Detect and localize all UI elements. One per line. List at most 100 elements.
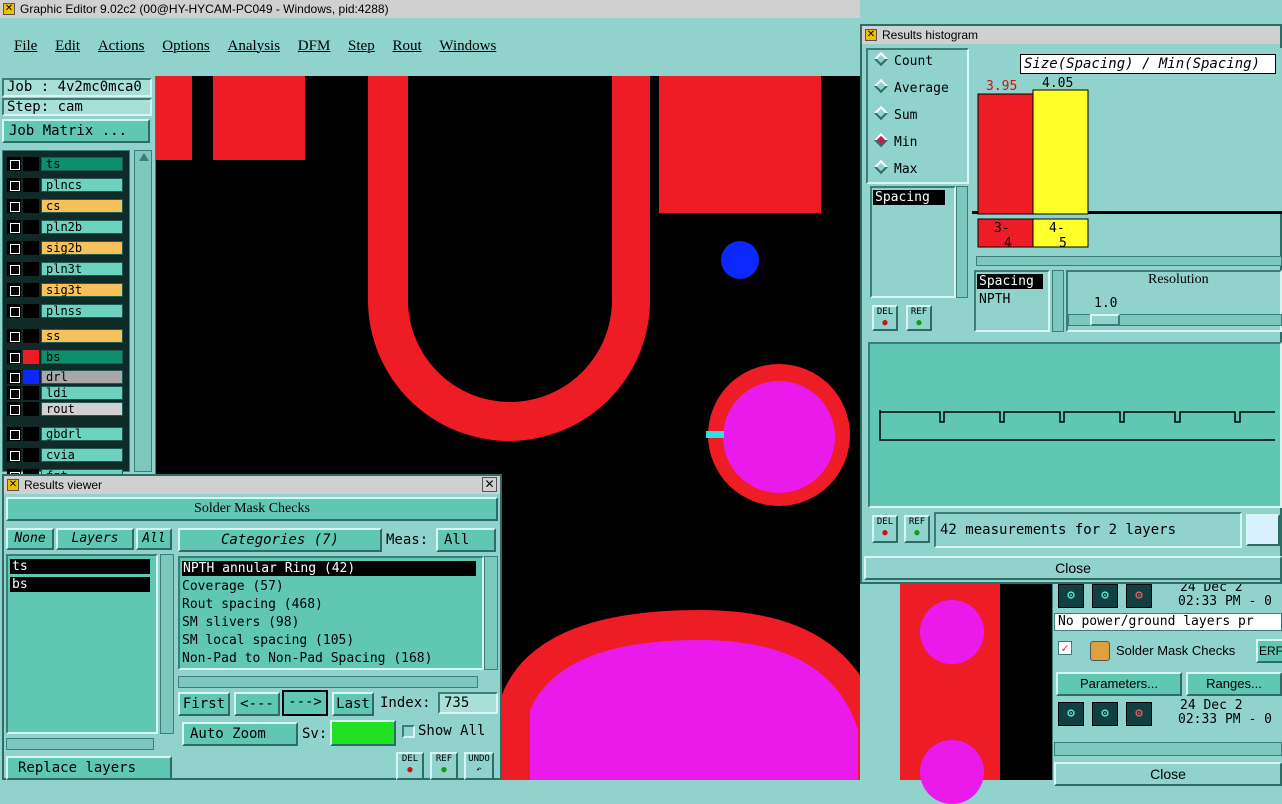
run-icon[interactable]: ⚙	[1058, 584, 1084, 608]
attr-list-scrollbar[interactable]	[1052, 270, 1064, 332]
layer-row-drl[interactable]: drl	[5, 369, 123, 385]
replace-layers-menu[interactable]: Replace layers	[6, 756, 172, 780]
layer-row-bs[interactable]: bs	[5, 349, 123, 365]
del-button[interactable]: DEL ●	[872, 305, 898, 331]
ref-button[interactable]: REF ●	[906, 305, 932, 331]
layer-row-ss[interactable]: ss	[5, 328, 123, 344]
ranges-button[interactable]: Ranges...	[1186, 672, 1282, 696]
category-item[interactable]: Rout spacing (468)	[182, 597, 323, 612]
layer-color-swatch[interactable]	[23, 448, 39, 462]
measure-list-scrollbar[interactable]	[956, 186, 968, 298]
layer-name[interactable]: plnss	[41, 304, 123, 318]
layer-color-swatch[interactable]	[23, 178, 39, 192]
layer-color-swatch[interactable]	[23, 220, 39, 234]
layer-row-ts[interactable]: ts	[5, 156, 123, 172]
prev-button[interactable]: <---	[234, 692, 280, 716]
close-icon[interactable]: ✕	[482, 477, 497, 492]
layer-checkbox[interactable]	[7, 199, 21, 213]
menu-step[interactable]: Step	[348, 38, 375, 55]
results-layer-scrollbar[interactable]	[160, 554, 174, 734]
histogram-close-button[interactable]: Close	[864, 556, 1282, 580]
layer-row-pln2b[interactable]: pln2b	[5, 219, 123, 235]
layer-name[interactable]: ss	[41, 329, 123, 343]
mode-max[interactable]: Max	[873, 159, 917, 177]
layer-color-swatch[interactable]	[23, 386, 39, 400]
layer-color-swatch[interactable]	[23, 262, 39, 276]
layer-name[interactable]: ldi	[41, 386, 123, 400]
results-del-button[interactable]: DEL ●	[396, 752, 424, 780]
run-icon[interactable]: ⚙	[1092, 584, 1118, 608]
layer-color-swatch[interactable]	[23, 329, 39, 343]
layer-row-cvia[interactable]: cvia	[5, 447, 123, 463]
none-button[interactable]: None	[6, 528, 54, 550]
job-matrix-button[interactable]: Job Matrix ...	[2, 119, 150, 143]
measure-list-item[interactable]: Spacing	[873, 190, 945, 205]
erf-button[interactable]: ERF	[1256, 639, 1282, 663]
panel-close-button[interactable]: Close	[1054, 762, 1282, 786]
resolution-slider-thumb[interactable]	[1090, 314, 1120, 326]
mode-min[interactable]: Min	[873, 132, 917, 150]
layer-name[interactable]: cs	[41, 199, 123, 213]
run-icon[interactable]: ⚙	[1058, 702, 1084, 726]
layer-color-swatch[interactable]	[23, 350, 39, 364]
attr-item-npth[interactable]: NPTH	[977, 292, 1010, 307]
layer-name[interactable]: pln2b	[41, 220, 123, 234]
category-item[interactable]: SM slivers (98)	[182, 615, 299, 630]
run-icon[interactable]: ⚙	[1126, 702, 1152, 726]
layer-checkbox[interactable]	[7, 304, 21, 318]
layer-checkbox[interactable]	[7, 241, 21, 255]
layer-row-plnss[interactable]: plnss	[5, 303, 123, 319]
layer-color-swatch[interactable]	[23, 304, 39, 318]
category-item[interactable]: NPTH annular Ring (42)	[182, 561, 476, 576]
index-input[interactable]: 735	[438, 692, 498, 714]
layer-row-plncs[interactable]: plncs	[5, 177, 123, 193]
layer-name[interactable]: sig3t	[41, 283, 123, 297]
layer-scroll-up-icon[interactable]	[139, 153, 149, 161]
layer-name[interactable]: drl	[41, 370, 123, 384]
category-item[interactable]: SM local spacing (105)	[182, 633, 354, 648]
checklist-header[interactable]: Solder Mask Checks	[6, 497, 498, 521]
menu-options[interactable]: Options	[162, 38, 210, 55]
results-ref-button[interactable]: REF ●	[430, 752, 458, 780]
layer-row-cs[interactable]: cs	[5, 198, 123, 214]
layer-checkbox[interactable]	[7, 350, 21, 364]
results-layer-hscroll[interactable]	[6, 738, 154, 750]
mode-count[interactable]: Count	[873, 51, 933, 69]
layer-checkbox[interactable]	[7, 283, 21, 297]
menu-rout[interactable]: Rout	[392, 38, 421, 55]
layer-name[interactable]: sig2b	[41, 241, 123, 255]
categories-scrollbar[interactable]	[484, 556, 498, 670]
results-layer-bs[interactable]: bs	[10, 577, 150, 592]
layer-checkbox[interactable]	[7, 370, 21, 384]
chart-hscroll[interactable]	[976, 256, 1282, 266]
layer-color-swatch[interactable]	[23, 157, 39, 171]
layer-checkbox[interactable]	[7, 427, 21, 441]
layer-checkbox[interactable]	[7, 178, 21, 192]
layer-checkbox[interactable]	[7, 220, 21, 234]
auto-zoom-dropdown[interactable]: Auto Zoom	[182, 722, 298, 746]
layer-name[interactable]: pln3t	[41, 262, 123, 276]
parameters-button[interactable]: Parameters...	[1056, 672, 1182, 696]
meas-dropdown[interactable]: All	[436, 528, 496, 552]
last-button[interactable]: Last	[332, 692, 374, 716]
next-button[interactable]: --->	[282, 690, 328, 716]
layer-name[interactable]: rout	[41, 402, 123, 416]
layer-name[interactable]: ts	[41, 157, 123, 171]
layer-row-sig2b[interactable]: sig2b	[5, 240, 123, 256]
layer-row-gbdrl[interactable]: gbdrl	[5, 426, 123, 442]
layer-checkbox[interactable]	[7, 329, 21, 343]
mode-average[interactable]: Average	[873, 78, 949, 96]
menu-windows[interactable]: Windows	[439, 38, 496, 55]
layer-row-ldi[interactable]: ldi	[5, 385, 123, 401]
layer-checkbox[interactable]	[7, 402, 21, 416]
layer-checkbox[interactable]	[7, 262, 21, 276]
layer-color-swatch[interactable]	[23, 402, 39, 416]
bar-2[interactable]	[1032, 89, 1089, 215]
layer-color-swatch[interactable]	[23, 283, 39, 297]
layer-checkbox[interactable]	[7, 386, 21, 400]
run-icon[interactable]: ⚙	[1126, 584, 1152, 608]
first-button[interactable]: First	[178, 692, 230, 716]
menu-analysis[interactable]: Analysis	[228, 38, 281, 55]
mode-sum[interactable]: Sum	[873, 105, 917, 123]
menu-file[interactable]: File	[14, 38, 37, 55]
